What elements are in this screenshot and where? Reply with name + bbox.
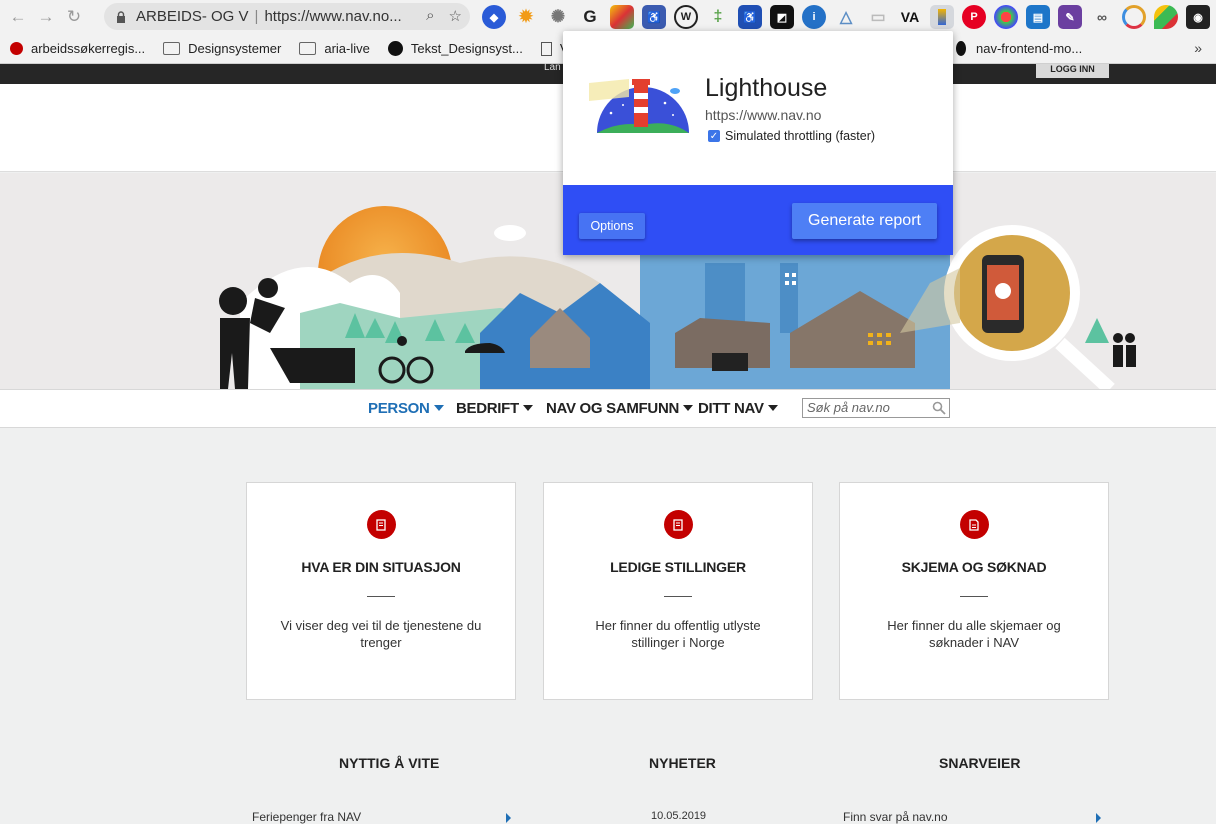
bookmark-item[interactable]: nav-frontend-mo... [956,41,1082,56]
form-icon [959,510,989,539]
card-title: HVA ER DIN SITUASJON [301,559,461,575]
cog-extension-icon[interactable]: ✺ [546,5,570,29]
chevron-right-icon [506,813,511,823]
color-extension-icon[interactable] [610,5,634,29]
section-title-nyheter: NYHETER [649,755,716,771]
search-placeholder: Søk på nav.no [807,400,890,415]
chevron-down-icon [522,405,533,411]
card-text: Her finner du offentlig utlyste stilling… [595,618,761,650]
forward-icon[interactable]: → [32,3,60,31]
lighthouse-logo-icon [589,79,689,133]
shield-extension-icon[interactable] [1154,5,1178,29]
nav-person[interactable]: PERSON [368,400,444,417]
section-title-nyttig: NYTTIG Å VITE [339,755,440,771]
accessibility-extension-icon[interactable]: ♿ [642,5,666,29]
chevron-down-icon [683,405,694,411]
github-icon [956,41,966,56]
reload-icon[interactable]: ↻ [60,3,88,31]
lock-icon [117,10,125,23]
popup-title: Lighthouse [705,74,828,102]
g-extension-icon[interactable]: G [578,5,602,29]
chevron-down-icon [433,405,444,411]
bookmark-folder[interactable]: Designsystemer [163,41,281,56]
extension-icon[interactable]: ◆ [482,5,506,29]
camera-extension-icon[interactable]: ◉ [1186,5,1210,29]
chevron-right-icon [1096,813,1101,823]
news-date: 10.05.2019 [651,810,707,822]
layers-extension-icon[interactable]: ▤ [1026,5,1050,29]
triangle-extension-icon[interactable]: △ [834,5,858,29]
folder-icon [299,42,317,55]
github-icon [387,41,403,56]
list-item-link[interactable]: Feriepenger fra NAV [252,810,361,824]
lighthouse-extension-icon[interactable] [930,5,954,29]
bookmark-item[interactable]: arbeidssøkerregis... [10,41,145,56]
colorwheel-extension-icon[interactable] [994,5,1018,29]
nav-bedrift[interactable]: BEDRIFT [456,400,533,417]
star-icon[interactable]: ☆ [449,7,462,25]
card-text: Her finner du alle skjemaer og søknader … [887,618,1061,650]
card-ledige-stillinger[interactable]: LEDIGE STILLINGER Her finner du offentli… [543,482,813,700]
card-situasjon[interactable]: HVA ER DIN SITUASJON Vi viser deg vei ti… [246,482,516,700]
glasses-extension-icon[interactable]: ∞ [1090,5,1114,29]
generate-report-button[interactable]: Generate report [792,203,937,239]
divider [960,596,988,597]
card-skjema[interactable]: SKJEMA OG SØKNAD Her finner du alle skje… [839,482,1109,700]
nav-ditt-nav[interactable]: DITT NAV [698,400,778,417]
bookmarks-more[interactable]: » [1194,40,1202,56]
edit-extension-icon[interactable]: ✎ [1058,5,1082,29]
search-input[interactable]: Søk på nav.no [802,398,950,418]
site-label: ARBEIDS- OG V [136,8,249,25]
gear-extension-icon[interactable]: ✹ [514,5,538,29]
document-icon [366,510,396,539]
folder-icon [163,42,181,55]
nav-logo-icon [10,42,23,55]
document-icon [663,510,693,539]
section-title-snarveier: SNARVEIER [939,755,1021,771]
list-item-link[interactable]: Finn svar på nav.no [843,810,948,824]
va-extension-icon[interactable]: VA [898,5,922,29]
card-text: Vi viser deg vei til de tjenestene du tr… [280,618,482,650]
bookmark-label: Tekst_Designsyst... [410,41,523,56]
card-title: SKJEMA OG SØKNAD [901,559,1047,575]
dark-extension-icon[interactable]: ◩ [770,5,794,29]
throttling-label: Simulated throttling (faster) [725,129,876,143]
bookmark-label: aria-live [324,41,370,56]
comment-extension-icon[interactable]: ▭ [866,5,890,29]
search-icon[interactable] [932,401,946,415]
url-text: https://www.nav.no... [264,8,402,25]
options-button[interactable]: Options [579,213,645,239]
nav-nav-og-samfunn[interactable]: NAV OG SAMFUNN [546,400,694,417]
ring-extension-icon[interactable] [1122,5,1146,29]
card-title: LEDIGE STILLINGER [610,559,746,575]
separator: | [254,8,259,25]
checkbox-checked-icon[interactable]: ✓ [708,130,720,142]
bookmark-label: Designsystemer [188,41,282,56]
login-button[interactable]: LOGG INN [1036,64,1109,78]
extensions-row: ◆ ✹ ✺ G ♿ W ‡ ♿ ◩ i △ ▭ VA P ▤ ✎ ∞ ◉ [482,5,1210,29]
top-bar-text: Lan [544,62,561,73]
chevron-down-icon [767,405,778,411]
divider [664,596,692,597]
page-icon [540,41,552,56]
throttling-option[interactable]: ✓ Simulated throttling (faster) [708,129,875,143]
bookmark-item[interactable]: Tekst_Designsyst... [387,41,523,56]
popup-url: https://www.nav.no [705,107,822,123]
browser-toolbar: ← → ↻ ARBEIDS- OG V | https://www.nav.no… [0,0,1216,34]
wheelchair-extension-icon[interactable]: ♿ [738,5,762,29]
bookmark-folder[interactable]: aria-live [299,41,370,56]
pinterest-icon[interactable]: P [962,5,986,29]
address-bar[interactable]: ARBEIDS- OG V | https://www.nav.no... ⌕ … [104,3,470,30]
main-navigation: PERSON BEDRIFT NAV OG SAMFUNN DITT NAV S… [0,389,1216,428]
ladder-extension-icon[interactable]: ‡ [706,5,730,29]
w-extension-icon[interactable]: W [674,5,698,29]
popup-action-band: Options Generate report [563,185,953,255]
bookmark-label: arbeidssøkerregis... [31,41,146,56]
divider [367,596,395,597]
back-icon[interactable]: ← [4,3,32,31]
bookmark-label: nav-frontend-mo... [976,41,1083,56]
zoom-icon[interactable]: ⌕ [426,7,434,25]
info-extension-icon[interactable]: i [802,5,826,29]
lighthouse-popup: Lighthouse https://www.nav.no ✓ Simulate… [563,31,953,255]
